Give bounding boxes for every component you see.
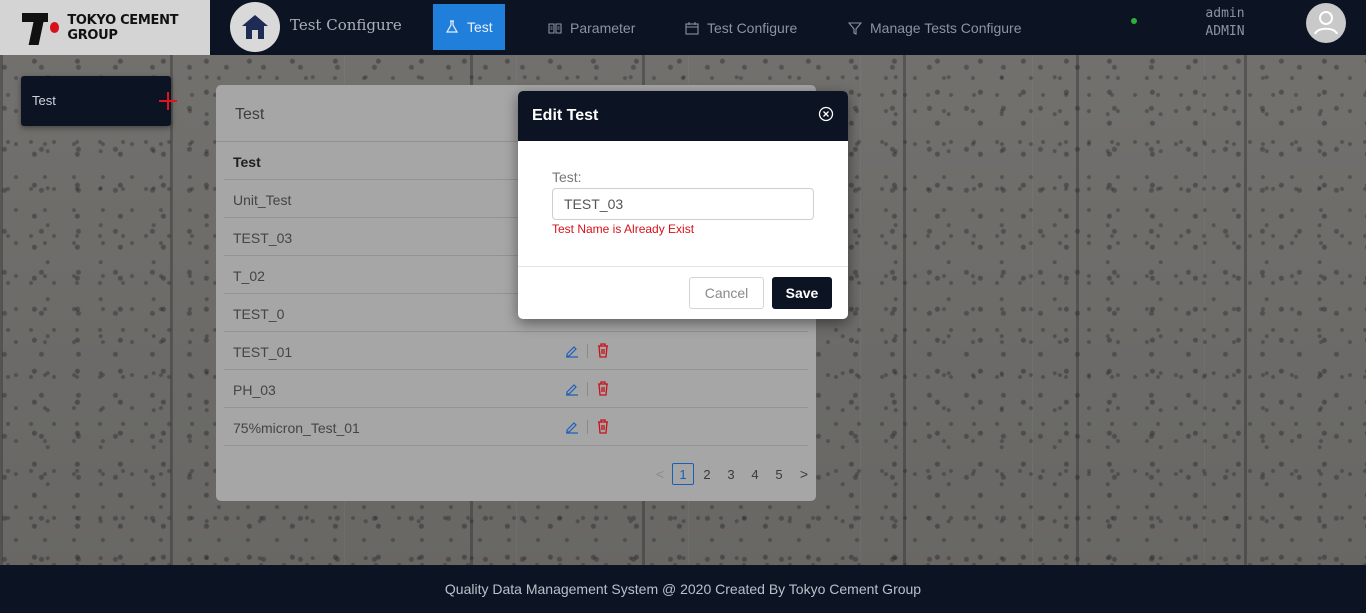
pagination-page-2[interactable]: 2 [696, 463, 718, 485]
table-row: 75%micron_Test_01 [224, 408, 808, 446]
trash-icon[interactable] [596, 381, 610, 396]
action-separator [587, 382, 588, 396]
nav-test-configure-label: Test Configure [707, 19, 798, 36]
close-icon[interactable] [818, 106, 834, 122]
test-name-cell: PH_03 [233, 382, 276, 398]
test-name-input[interactable] [552, 188, 814, 220]
pagination-page-3[interactable]: 3 [720, 463, 742, 485]
footer-text: Quality Data Management System @ 2020 Cr… [444, 581, 922, 597]
pagination-next[interactable]: > [794, 463, 814, 485]
app-title: Test Configure [290, 16, 402, 34]
test-name-cell: TEST_01 [233, 344, 293, 360]
save-button[interactable]: Save [772, 277, 832, 309]
edit-icon[interactable] [565, 382, 579, 396]
edit-icon[interactable] [565, 420, 579, 434]
nav-parameter-label: Parameter [570, 19, 636, 36]
test-field-label: Test: [552, 169, 582, 185]
home-icon [242, 15, 268, 39]
nav-test-label: Test [467, 19, 493, 35]
cancel-button[interactable]: Cancel [689, 277, 764, 309]
top-header: TOKYO CEMENT GROUP Test Configure Test P… [0, 0, 1366, 55]
test-name-cell: T_02 [233, 268, 265, 284]
nav-test-configure[interactable]: Test Configure [685, 0, 797, 55]
pagination-page-1[interactable]: 1 [672, 463, 694, 485]
modal-title: Edit Test [532, 107, 599, 124]
plus-icon[interactable] [159, 92, 177, 110]
test-name-cell: 75%micron_Test_01 [233, 420, 360, 436]
nav-manage-tests-configure-label: Manage Tests Configure [870, 19, 1022, 36]
edit-icon[interactable] [565, 344, 579, 358]
add-test-card: Test [21, 76, 177, 126]
action-separator [587, 420, 588, 434]
test-name-cell: TEST_0 [233, 306, 285, 322]
avatar[interactable] [1306, 3, 1346, 43]
online-status-icon [1131, 18, 1137, 24]
test-name-cell: Unit_Test [233, 192, 292, 208]
nav-parameter[interactable]: Parameter [548, 0, 635, 55]
column-header-test: Test [233, 154, 261, 170]
table-row: PH_03 [224, 370, 808, 408]
nav-manage-tests-configure[interactable]: Manage Tests Configure [848, 0, 1022, 55]
action-separator [587, 344, 588, 358]
test-name-cell: TEST_03 [233, 230, 293, 246]
pagination-prev[interactable]: < [650, 463, 670, 485]
edit-test-modal: Edit Test Test: Test Name is Already Exi… [518, 91, 848, 319]
user-role: ADMIN [1205, 24, 1245, 39]
brand-logo[interactable]: TOKYO CEMENT GROUP [0, 0, 210, 55]
validation-error: Test Name is Already Exist [552, 222, 695, 236]
trash-icon[interactable] [596, 343, 610, 358]
brand-dot-icon [49, 22, 60, 33]
user-name: admin [1205, 6, 1245, 21]
page-footer: Quality Data Management System @ 2020 Cr… [0, 565, 1366, 613]
brand-mark-icon [22, 11, 48, 45]
add-test-card-label: Test [32, 93, 56, 108]
table-row: TEST_01 [224, 332, 808, 370]
user-info[interactable]: admin ADMIN [1190, 5, 1260, 41]
filter-icon [848, 21, 862, 35]
modal-header: Edit Test [518, 91, 848, 141]
pagination-page-5[interactable]: 5 [768, 463, 790, 485]
card-title: Test [235, 106, 265, 123]
book-icon [548, 22, 562, 34]
user-avatar-icon [1314, 11, 1338, 35]
trash-icon[interactable] [596, 419, 610, 434]
brand-name: TOKYO CEMENT GROUP [67, 12, 179, 43]
pagination-page-4[interactable]: 4 [744, 463, 766, 485]
calendar-icon [685, 21, 699, 35]
nav-test[interactable]: Test [433, 4, 505, 50]
home-button[interactable] [230, 2, 280, 52]
modal-divider [518, 266, 848, 267]
flask-icon [445, 20, 459, 33]
